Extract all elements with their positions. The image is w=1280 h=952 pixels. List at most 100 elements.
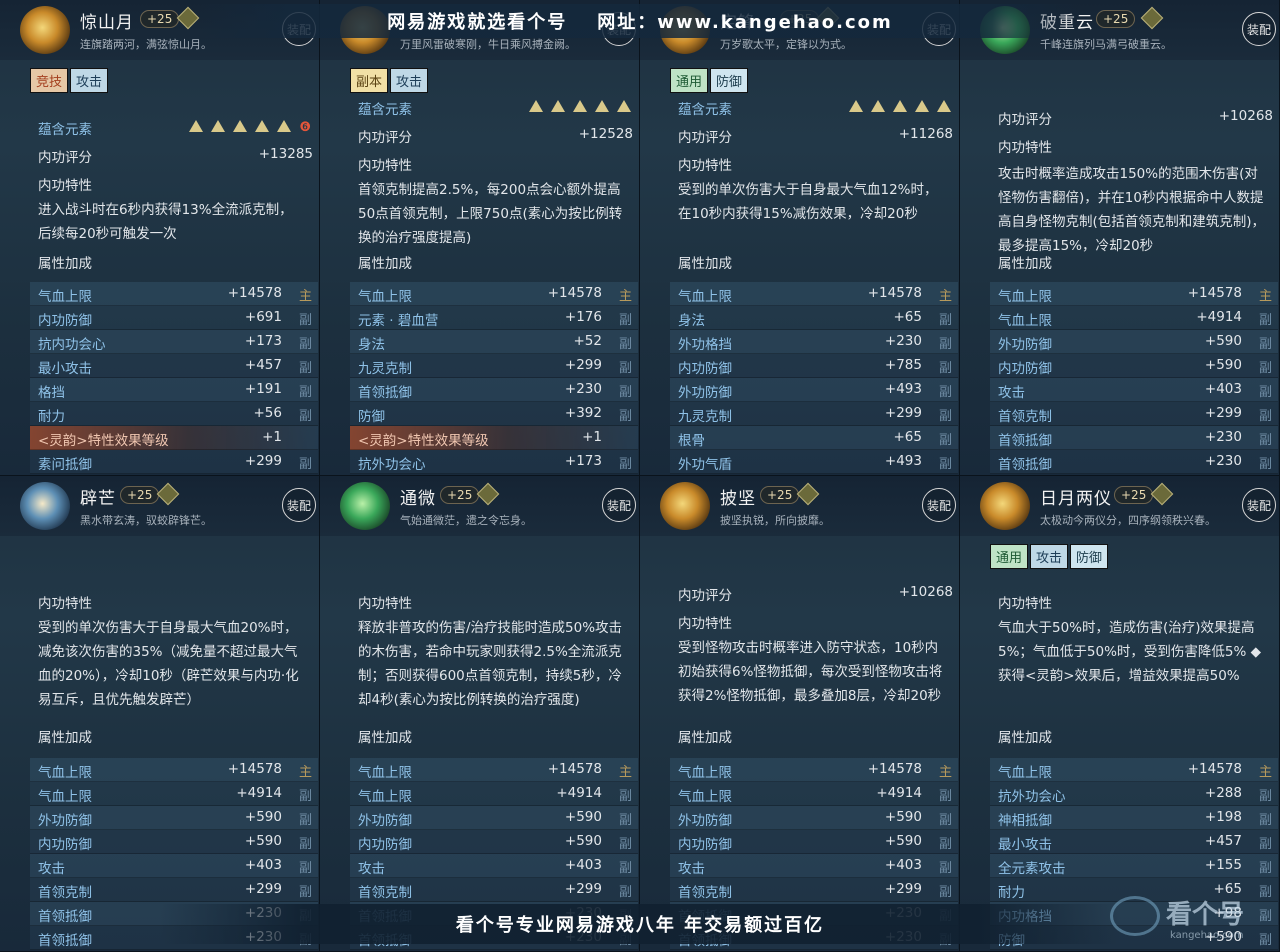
equip-button[interactable]: 装配: [282, 488, 316, 522]
attribute-row: 九灵克制 +299 副: [350, 354, 638, 378]
score-label: 内功评分: [678, 588, 732, 604]
element-triangle-icon: [551, 100, 565, 112]
element-icons: ❻: [189, 120, 311, 135]
attribute-name: 外功防御: [358, 813, 412, 829]
attribute-row: 外功防御 +590 副: [670, 806, 958, 830]
attribute-kind: 副: [1258, 385, 1272, 400]
attribute-value: +14578: [547, 285, 602, 301]
attribute-kind: 副: [938, 457, 952, 472]
equip-button[interactable]: 装配: [922, 488, 956, 522]
tag-list: 通用 攻击 防御: [990, 544, 1109, 569]
skill-panel: 万里风雷破寒刚，牛日乘风搏金阙。装配副本攻击蕴含元素内功评分+12528内功特性…: [320, 0, 640, 476]
attribute-name: 格挡: [38, 385, 65, 401]
attribute-row: 内功防御 +590 副: [990, 354, 1278, 378]
attribute-name: 最小攻击: [998, 837, 1052, 853]
attribute-kind: 副: [298, 313, 312, 328]
attribute-value: +230: [1204, 429, 1242, 445]
attribute-value: +299: [884, 881, 922, 897]
element-triangle-icon: [277, 120, 292, 132]
attribute-name: 全元素攻击: [998, 861, 1066, 877]
attribute-value: +173: [244, 333, 282, 349]
skill-title: 日月两仪: [1040, 489, 1112, 509]
trait-description: 攻击时概率造成攻击150%的范围木伤害(对怪物伤害翻倍)，并在10秒内根据命中人…: [998, 166, 1266, 254]
attribute-name: 首领克制: [998, 409, 1052, 425]
attribute-name: 外功防御: [38, 813, 92, 829]
attribute-name: <灵韵>特性效果等级: [38, 433, 169, 449]
trait-description: 受到的单次伤害大于自身最大气血20%时，减免该次伤害的35%（减免量不超过最大气…: [38, 620, 299, 708]
attribute-name: 气血上限: [358, 289, 412, 305]
attribute-row: 气血上限 +14578 主: [350, 758, 638, 782]
attribute-list: 气血上限 +14578 主身法 +65 副外功格挡 +230 副内功防御 +785 副外功防御 +…: [670, 282, 958, 474]
trait-description: 受到怪物攻击时概率进入防守状态，10秒内初始获得6%怪物抵御，每次受到怪物攻击将…: [678, 640, 943, 704]
level-badge: +25: [1114, 486, 1154, 504]
attribute-row: 攻击 +403 副: [350, 854, 638, 878]
skill-emblem-icon: [980, 482, 1030, 530]
attribute-row: 气血上限 +4914 副: [30, 782, 318, 806]
attribute-row: 攻击 +403 副: [30, 854, 318, 878]
attribute-kind: 副: [1258, 361, 1272, 376]
score-label: 内功评分: [998, 112, 1052, 128]
attribute-row: 耐力 +56 副: [30, 402, 318, 426]
attribute-row: 九灵克制 +299 副: [670, 402, 958, 426]
attribute-name: 内功防御: [358, 837, 412, 853]
attribute-value: +14578: [547, 761, 602, 777]
skill-emblem-icon: [20, 482, 70, 530]
attribute-name: 抗内功会心: [38, 337, 106, 353]
attribute-name: <灵韵>特性效果等级: [358, 433, 489, 449]
attribute-kind: 副: [618, 813, 632, 828]
attribute-label: 属性加成: [358, 730, 412, 746]
attribute-name: 外功格挡: [678, 337, 732, 353]
element-triangle-icon: [595, 100, 609, 112]
attribute-name: 外功防御: [678, 813, 732, 829]
attribute-row: 内功防御 +691 副: [30, 306, 318, 330]
attribute-kind: 主: [298, 289, 312, 304]
attribute-name: 抗外功会心: [358, 457, 426, 473]
attribute-row: 根骨 +65 副: [670, 426, 958, 450]
attribute-name: 身法: [678, 313, 705, 329]
attribute-row: 首领克制 +299 副: [30, 878, 318, 902]
attribute-name: 抗外功会心: [998, 789, 1066, 805]
attribute-row: 外功防御 +493 副: [670, 378, 958, 402]
attribute-name: 首领抵御: [998, 433, 1052, 449]
equip-button[interactable]: 装配: [602, 488, 636, 522]
skill-panel: 惊山月+25连旗踏两河，满弦惊山月。装配竞技攻击蕴含元素❻内功评分+13285内…: [0, 0, 320, 476]
attribute-row: 格挡 +191 副: [30, 378, 318, 402]
tag-list: 通用 防御: [670, 68, 749, 93]
attribute-value: +299: [884, 405, 922, 421]
attribute-list: 气血上限 +14578 主元素 · 碧血营 +176 副身法 +52 副九灵克制 +299 副首…: [350, 282, 638, 474]
attribute-kind: 副: [938, 385, 952, 400]
attribute-value: +4914: [556, 785, 602, 801]
attribute-name: 九灵克制: [678, 409, 732, 425]
attribute-row: 外功格挡 +230 副: [670, 330, 958, 354]
attribute-label: 属性加成: [38, 256, 92, 272]
trait-label: 内功特性: [358, 158, 412, 174]
attribute-kind: 副: [1258, 813, 1272, 828]
top-watermark-banner: 网易游戏就选看个号 网址：www.kangehao.com: [200, 4, 1080, 38]
attribute-name: 气血上限: [678, 765, 732, 781]
equip-button[interactable]: 装配: [1242, 488, 1276, 522]
attribute-kind: 副: [298, 789, 312, 804]
attribute-row: 外功防御 +590 副: [990, 330, 1278, 354]
attribute-value: +299: [564, 357, 602, 373]
attribute-kind: 副: [618, 837, 632, 852]
attribute-value: +198: [1204, 809, 1242, 825]
attribute-kind: 副: [938, 361, 952, 376]
attribute-kind: 副: [938, 433, 952, 448]
panel-header: 披坚 +25 披坚执锐，所向披靡。 装配: [640, 476, 959, 536]
skill-panel: 披坚 +25 披坚执锐，所向披靡。 装配 内功评分 +10268 内功特性 受到怪物攻击时概率…: [640, 476, 960, 952]
attribute-name: 身法: [358, 337, 385, 353]
attribute-value: +392: [564, 405, 602, 421]
attribute-value: +691: [244, 309, 282, 325]
attribute-row: 气血上限 +14578 主: [670, 758, 958, 782]
element-triangle-icon: [573, 100, 587, 112]
element-label: 蕴含元素: [38, 122, 92, 138]
attribute-kind: 副: [298, 409, 312, 424]
trait-description: 首领克制提高2.5%，每200点会心额外提高50点首领克制，上限750点(素心为…: [358, 182, 623, 246]
skill-title: 辟芒: [80, 489, 116, 509]
attribute-value: +493: [884, 381, 922, 397]
rank-diamond-icon: [476, 482, 500, 506]
attribute-row: 攻击 +403 副: [670, 854, 958, 878]
element-triangle-icon: [529, 100, 543, 112]
level-badge: +25: [1096, 10, 1136, 28]
equip-button[interactable]: 装配: [1242, 12, 1276, 46]
